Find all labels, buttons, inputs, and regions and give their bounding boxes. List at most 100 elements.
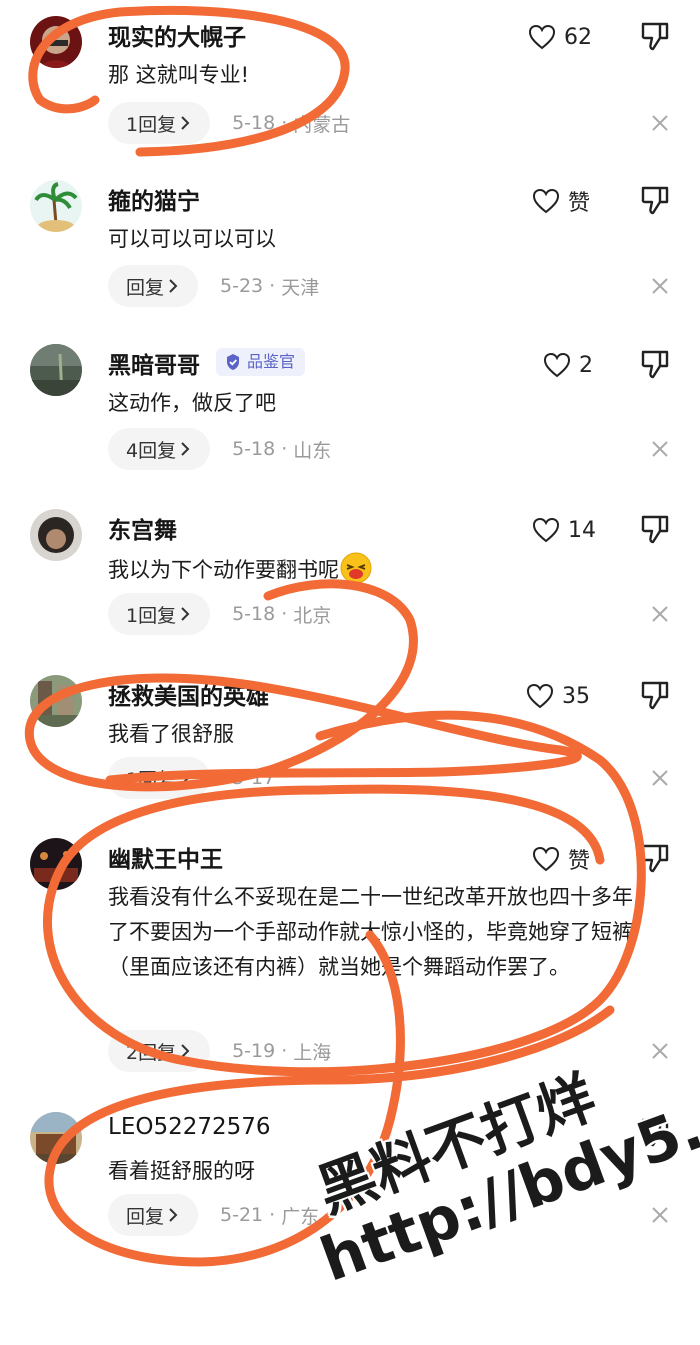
chevron-right-icon <box>181 1044 190 1058</box>
avatar[interactable] <box>30 1112 82 1164</box>
username[interactable]: 现实的大幌子 <box>108 18 246 52</box>
username[interactable]: 幽默王中王 <box>108 840 223 874</box>
comment-item: 箍的猫宁 可以可以可以可以 赞 回复 5-23 · 天津 <box>0 164 700 330</box>
reply-button[interactable]: 4回复 <box>108 428 211 470</box>
separator: · <box>281 1040 288 1062</box>
comment-text: 那 这就叫专业! <box>108 63 250 87</box>
comment-text: 我看没有什么不妥现在是二十一世纪改革开放也四十多年了不要因为一个手部动作就大惊小… <box>108 885 633 979</box>
verified-icon <box>227 354 239 370</box>
like-count: 62 <box>564 24 592 50</box>
dislike-icon[interactable] <box>640 679 670 711</box>
comment-text: 这动作，做反了吧 <box>108 391 276 415</box>
close-icon[interactable] <box>652 278 668 294</box>
comment-location: 山东 <box>293 439 332 462</box>
reply-button[interactable]: 回复 <box>108 265 199 307</box>
comment-text: 我以为下个动作要翻书呢 <box>108 551 653 588</box>
avatar[interactable] <box>30 344 82 396</box>
like-count: 赞 <box>568 849 591 874</box>
avatar[interactable] <box>30 838 82 890</box>
reply-button[interactable]: 1回复 <box>108 757 211 799</box>
comment-text: 我看了很舒服 <box>108 722 234 746</box>
close-icon[interactable] <box>652 441 668 457</box>
like-count: 14 <box>568 517 596 543</box>
avatar[interactable] <box>30 16 82 68</box>
comment-text: 可以可以可以可以 <box>108 227 276 251</box>
separator: · <box>281 603 288 625</box>
like-button[interactable]: 赞 <box>532 184 590 218</box>
heart-icon <box>532 846 560 872</box>
dislike-icon[interactable] <box>640 20 670 52</box>
chevron-right-icon <box>169 1208 178 1222</box>
comment-location: 天津 <box>281 276 320 299</box>
like-count: 赞 <box>568 191 591 216</box>
username[interactable]: 黑暗哥哥 <box>108 346 200 380</box>
dislike-icon[interactable] <box>640 513 670 545</box>
comment-date: 5-18 <box>232 438 276 460</box>
like-button[interactable]: 赞 <box>532 842 590 876</box>
heart-icon <box>543 352 571 378</box>
reply-label: 回复 <box>126 1205 165 1228</box>
reply-label: 1回复 <box>126 604 177 627</box>
like-button[interactable]: 62 <box>528 20 592 54</box>
username[interactable]: LEO52272576 <box>108 1114 271 1140</box>
close-icon[interactable] <box>652 770 668 786</box>
heart-icon <box>528 24 556 50</box>
comment-meta: 1回复 5-18 · 北京 <box>108 593 331 635</box>
close-icon[interactable] <box>652 606 668 622</box>
reply-button[interactable]: 2回复 <box>108 1030 211 1072</box>
chevron-right-icon <box>169 279 178 293</box>
comment-text-content: 我以为下个动作要翻书呢 <box>108 558 339 582</box>
dislike-icon[interactable] <box>640 842 670 874</box>
comment-meta: 1回复 5-17 <box>108 757 275 799</box>
chevron-right-icon <box>181 771 190 785</box>
dislike-icon[interactable] <box>640 348 670 380</box>
reply-button[interactable]: 1回复 <box>108 593 211 635</box>
username[interactable]: 箍的猫宁 <box>108 182 200 216</box>
chevron-right-icon <box>181 442 190 456</box>
comment-item: 黑暗哥哥 品鉴官 这动作，做反了吧 2 4回复 5-18 · 山东 <box>0 328 700 494</box>
reply-label: 回复 <box>126 276 165 299</box>
laughing-emoji-icon <box>340 552 372 584</box>
comment-location: 上海 <box>293 1041 332 1064</box>
comment-date: 5-17 <box>232 767 276 789</box>
like-button[interactable]: 35 <box>526 679 590 713</box>
heart-icon <box>532 188 560 214</box>
like-button[interactable]: 14 <box>532 513 596 547</box>
comment-item: 现实的大幌子 那 这就叫专业! 62 1回复 5-18 · 内蒙古 <box>0 0 700 166</box>
like-count: 35 <box>562 683 590 709</box>
like-count: 2 <box>579 352 593 378</box>
comment-item: 拯救美国的英雄 我看了很舒服 35 1回复 5-17 <box>0 659 700 825</box>
avatar[interactable] <box>30 675 82 727</box>
comment-date: 5-18 <box>232 603 276 625</box>
comment-meta: 回复 5-23 · 天津 <box>108 265 319 307</box>
avatar[interactable] <box>30 180 82 232</box>
reply-button[interactable]: 回复 <box>108 1194 199 1236</box>
reply-label: 1回复 <box>126 113 177 136</box>
dislike-icon[interactable] <box>640 184 670 216</box>
chevron-right-icon <box>181 116 190 130</box>
comment-item: 东宫舞 我以为下个动作要翻书呢 14 1回复 5-18 · 北京 <box>0 493 700 659</box>
close-icon[interactable] <box>652 115 668 131</box>
username[interactable]: 拯救美国的英雄 <box>108 677 269 711</box>
comment-date: 5-23 <box>220 275 264 297</box>
comment-meta: 2回复 5-19 · 上海 <box>108 1030 331 1072</box>
reply-label: 1回复 <box>126 768 177 791</box>
comment-date: 5-18 <box>232 112 276 134</box>
separator: · <box>269 275 276 297</box>
reply-label: 2回复 <box>126 1041 177 1064</box>
username[interactable]: 东宫舞 <box>108 511 177 545</box>
separator: · <box>281 112 288 134</box>
heart-icon <box>526 683 554 709</box>
comment-meta: 1回复 5-18 · 内蒙古 <box>108 102 350 144</box>
comment-date: 5-19 <box>232 1040 276 1062</box>
reply-button[interactable]: 1回复 <box>108 102 211 144</box>
avatar[interactable] <box>30 509 82 561</box>
comment-location: 内蒙古 <box>293 113 351 136</box>
chevron-right-icon <box>181 607 190 621</box>
separator: · <box>269 1204 276 1226</box>
badge-label: 品鉴官 <box>247 352 296 371</box>
heart-icon <box>532 517 560 543</box>
reply-label: 4回复 <box>126 439 177 462</box>
role-badge: 品鉴官 <box>216 348 306 376</box>
like-button[interactable]: 2 <box>543 348 593 382</box>
